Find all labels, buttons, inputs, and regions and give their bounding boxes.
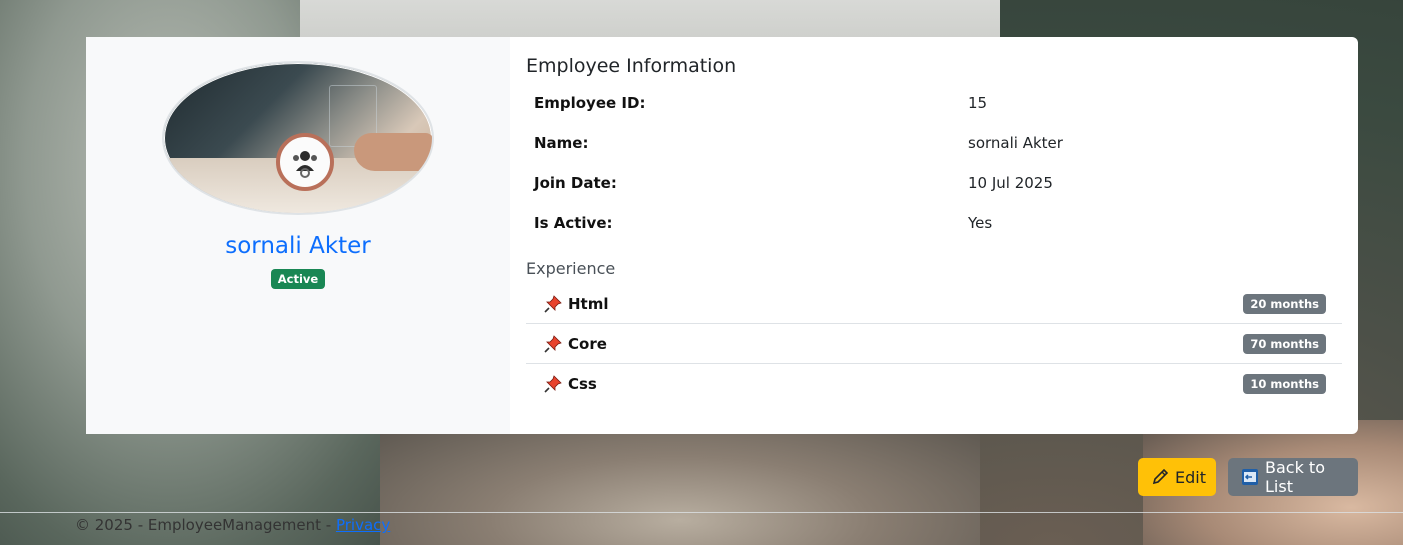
back-to-list-button[interactable]: Back to List [1228, 458, 1358, 496]
info-row-is-active: Is Active: Yes [526, 203, 1342, 243]
employee-avatar [162, 61, 434, 215]
info-row-join-date: Join Date: 10 Jul 2025 [526, 163, 1342, 203]
info-value: sornali Akter [968, 134, 1063, 152]
back-button-label: Back to List [1265, 458, 1325, 496]
pushpin-icon [544, 375, 562, 393]
experience-item: Html 20 months [526, 284, 1342, 324]
employee-logo-icon [276, 133, 334, 191]
back-icon [1241, 468, 1259, 486]
experience-duration-badge: 10 months [1243, 374, 1326, 394]
experience-duration-badge: 70 months [1243, 333, 1326, 354]
info-row-employee-id: Employee ID: 15 [526, 83, 1342, 123]
profile-pane: sornali Akter Active [86, 37, 510, 434]
footer: © 2025 - EmployeeManagement - Privacy [75, 516, 390, 534]
experience-item: Css 10 months [526, 364, 1342, 404]
pushpin-icon [544, 334, 562, 353]
experience-list: Html 20 months Core 70 months Css 10 mon… [526, 284, 1342, 404]
pushpin-icon [544, 294, 562, 313]
experience-name: Core [568, 334, 607, 353]
footer-copyright: © 2025 - EmployeeManagement - [75, 516, 336, 534]
info-value: 10 Jul 2025 [968, 174, 1053, 192]
status-badge: Active [270, 269, 326, 289]
experience-title: Experience [526, 259, 616, 278]
edit-button-label: Edit [1175, 467, 1206, 487]
info-label: Employee ID: [534, 94, 646, 112]
details-pane: Employee Information Employee ID: 15 Nam… [510, 37, 1358, 434]
section-title: Employee Information [526, 55, 737, 77]
info-table: Employee ID: 15 Name: sornali Akter Join… [526, 83, 1342, 243]
info-label: Is Active: [534, 214, 613, 232]
employee-card: sornali Akter Active Employee Informatio… [86, 37, 1358, 434]
experience-duration-badge: 20 months [1243, 293, 1326, 314]
info-value: 15 [968, 94, 988, 112]
background-bottom [380, 420, 980, 545]
info-value: Yes [968, 214, 993, 232]
experience-name: Css [568, 375, 597, 393]
experience-name: Html [568, 294, 609, 313]
edit-button[interactable]: Edit [1138, 458, 1216, 496]
info-label: Name: [534, 134, 589, 152]
employee-name: sornali Akter [225, 233, 371, 259]
footer-divider [0, 512, 1403, 513]
privacy-link[interactable]: Privacy [336, 516, 390, 534]
info-label: Join Date: [534, 174, 617, 192]
info-row-name: Name: sornali Akter [526, 123, 1342, 163]
experience-item: Core 70 months [526, 324, 1342, 364]
pencil-icon [1151, 468, 1169, 486]
